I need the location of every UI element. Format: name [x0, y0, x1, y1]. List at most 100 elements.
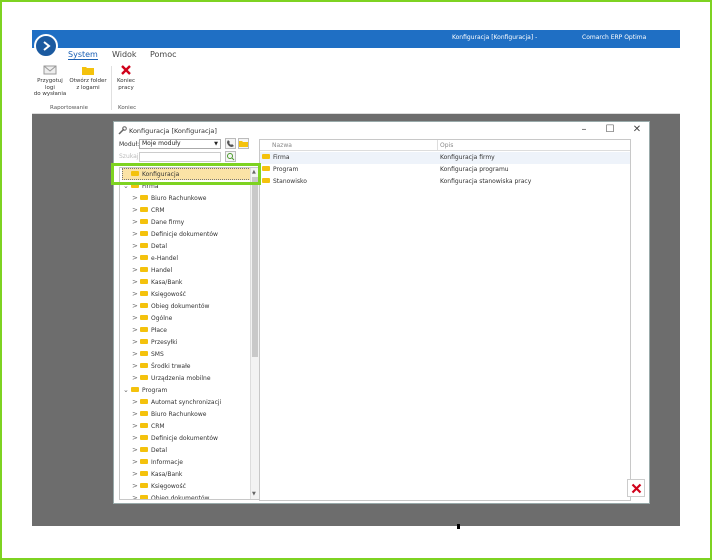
tree-item-label: Księgowość	[151, 291, 186, 298]
chevron-right-icon[interactable]: >	[132, 288, 140, 300]
tree-item[interactable]: > Informacje	[132, 456, 251, 468]
chevron-right-icon[interactable]: >	[132, 492, 140, 499]
tree-item[interactable]: > Księgowość	[132, 480, 251, 492]
ribbon-tabs: System Widok Pomoc	[32, 48, 680, 62]
folder-icon	[140, 255, 148, 260]
prepare-logs-button[interactable]: Przygotuj logi do wysłania	[32, 64, 68, 98]
search-label: Szukaj:	[119, 153, 141, 160]
tree-item-label: Detal	[151, 447, 168, 454]
list-row[interactable]: Stanowisko Konfiguracja stanowiska pracy	[260, 176, 630, 188]
chevron-right-icon[interactable]: >	[132, 360, 140, 372]
tree-item[interactable]: > Biuro Rachunkowe	[132, 192, 251, 204]
tree-item[interactable]: > Detal	[132, 240, 251, 252]
chevron-right-icon[interactable]: >	[132, 204, 140, 216]
chevron-right-icon[interactable]: >	[132, 312, 140, 324]
tree-item[interactable]: > Kasa/Bank	[132, 276, 251, 288]
module-select[interactable]: Moje moduły ▼	[139, 139, 221, 149]
search-button[interactable]	[225, 151, 236, 162]
scroll-up-icon[interactable]: ▲	[252, 169, 256, 175]
search-input[interactable]	[139, 152, 221, 162]
tree-item[interactable]: > CRM	[132, 204, 251, 216]
tree-item[interactable]: > Kasa/Bank	[132, 468, 251, 480]
tree-item[interactable]: > SMS	[132, 348, 251, 360]
dialog-close-button[interactable]: ✕	[630, 124, 644, 135]
tree-item[interactable]: > Definicje dokumentów	[132, 432, 251, 444]
tree-item[interactable]: ⌄ Firma	[123, 180, 251, 192]
chevron-right-icon[interactable]: >	[132, 444, 140, 456]
list-row[interactable]: Program Konfiguracja programu	[260, 164, 630, 176]
config-tree[interactable]: Konfiguracja ⌄ Firma > Biuro Rachunkowe > CRM >…	[119, 167, 260, 500]
chevron-right-icon[interactable]: >	[132, 396, 140, 408]
chevron-right-icon[interactable]: >	[132, 276, 140, 288]
folder-icon	[140, 363, 148, 368]
column-name-header[interactable]: Nazwa	[272, 142, 292, 149]
chevron-right-icon[interactable]: >	[132, 324, 140, 336]
chevron-right-icon[interactable]: >	[132, 264, 140, 276]
tree-item[interactable]: > Biuro Rachunkowe	[132, 408, 251, 420]
tree-item[interactable]: > Obieg dokumentów	[132, 300, 251, 312]
prepare-logs-line1: Przygotuj logi	[37, 78, 63, 91]
tree-item[interactable]: > Definicje dokumentów	[132, 228, 251, 240]
tree-item[interactable]: > Urządzenia mobilne	[132, 372, 251, 384]
prepare-logs-line2: do wysłania	[33, 91, 67, 97]
tree-item-label: Przesyłki	[151, 339, 178, 346]
tree-item[interactable]: > Księgowość	[132, 288, 251, 300]
chevron-right-icon[interactable]: >	[132, 420, 140, 432]
tree-item[interactable]: Konfiguracja	[122, 168, 251, 180]
open-logs-folder-button[interactable]: Otwórz folder z logami	[69, 64, 107, 91]
chevron-right-icon[interactable]: >	[132, 468, 140, 480]
phone-button[interactable]	[225, 138, 236, 149]
tree-item[interactable]: > CRM	[132, 420, 251, 432]
tree-item-label: Informacje	[151, 459, 183, 466]
chevron-down-icon[interactable]: ⌄	[123, 384, 131, 396]
tree-item[interactable]: > Ogólne	[132, 312, 251, 324]
close-window-button[interactable]	[627, 479, 645, 497]
tree-scroll-thumb[interactable]	[252, 177, 258, 357]
end-work-button[interactable]: Koniec pracy	[114, 64, 138, 91]
chevron-right-icon[interactable]: >	[132, 240, 140, 252]
mouse-cursor-icon	[457, 524, 460, 529]
tab-pomoc[interactable]: Pomoc	[150, 50, 177, 59]
tab-widok[interactable]: Widok	[112, 50, 137, 59]
chevron-right-icon[interactable]: >	[132, 228, 140, 240]
details-list: Nazwa Opis Firma Konfiguracja firmy Prog…	[259, 139, 631, 501]
chevron-right-icon[interactable]: >	[132, 216, 140, 228]
chevron-down-icon[interactable]: ⌄	[123, 180, 131, 192]
tree-item[interactable]: > Dane firmy	[132, 216, 251, 228]
chevron-right-icon[interactable]: >	[132, 348, 140, 360]
chevron-right-icon[interactable]: >	[132, 456, 140, 468]
end-work-line2: pracy	[118, 84, 134, 91]
chevron-right-icon[interactable]: >	[132, 192, 140, 204]
chevron-right-icon[interactable]: >	[132, 252, 140, 264]
chevron-right-icon[interactable]: >	[132, 300, 140, 312]
tree-item[interactable]: > Automat synchronizacji	[132, 396, 251, 408]
chevron-right-icon[interactable]: >	[132, 372, 140, 384]
tab-system[interactable]: System	[68, 50, 98, 60]
list-row[interactable]: Firma Konfiguracja firmy	[260, 152, 630, 164]
tree-item[interactable]: > Detal	[132, 444, 251, 456]
end-work-line1: Koniec	[116, 78, 136, 84]
folder-icon	[131, 171, 139, 176]
tree-item[interactable]: > Przesyłki	[132, 336, 251, 348]
window-title: Konfiguracja [Konfiguracja] -	[452, 34, 538, 41]
maximize-button[interactable]: ☐	[603, 124, 617, 135]
chevron-right-icon[interactable]: >	[132, 480, 140, 492]
tree-item[interactable]: > Handel	[132, 264, 251, 276]
chevron-right-icon[interactable]: >	[132, 336, 140, 348]
minimize-button[interactable]: –	[577, 124, 591, 135]
chevron-right-icon[interactable]: >	[132, 432, 140, 444]
tree-item[interactable]: ⌄ Program	[123, 384, 251, 396]
tree-item-label: Biuro Rachunkowe	[151, 195, 207, 202]
column-divider	[437, 140, 438, 151]
tree-scrollbar[interactable]: ▲ ▼	[250, 168, 259, 499]
tree-item[interactable]: > Środki trwałe	[132, 360, 251, 372]
tree-item[interactable]: > Obieg dokumentów	[132, 492, 251, 499]
tree-item[interactable]: > Płace	[132, 324, 251, 336]
module-label: Moduł:	[119, 141, 140, 148]
scroll-down-icon[interactable]: ▼	[252, 491, 256, 497]
folder-button[interactable]	[238, 138, 249, 149]
chevron-right-icon[interactable]: >	[132, 408, 140, 420]
app-menu-logo-icon[interactable]	[34, 34, 58, 58]
tree-item[interactable]: > e-Handel	[132, 252, 251, 264]
column-desc-header[interactable]: Opis	[440, 142, 453, 149]
